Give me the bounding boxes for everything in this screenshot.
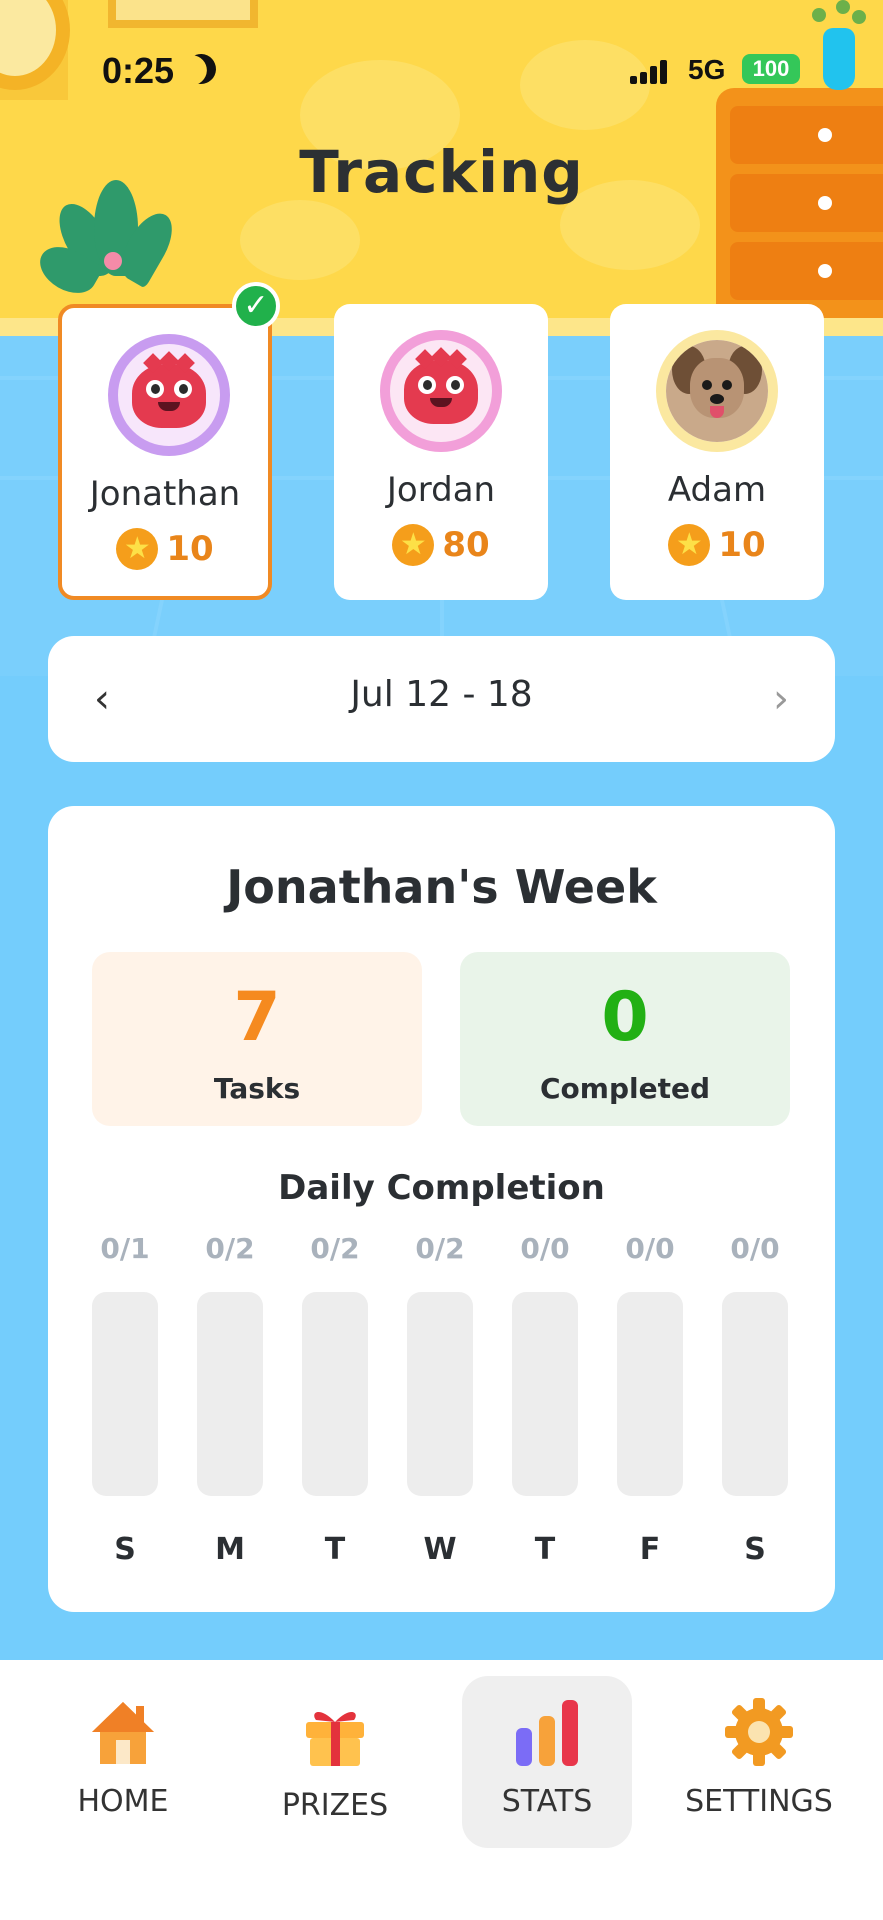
gift-icon bbox=[306, 1711, 364, 1766]
moon-icon bbox=[182, 50, 220, 88]
day-column: 0/2 M bbox=[197, 1232, 263, 1572]
tasks-stat: 7 Tasks bbox=[92, 952, 422, 1126]
tasks-label: Tasks bbox=[213, 1072, 301, 1105]
tab-label: PRIZES bbox=[281, 1788, 389, 1823]
week-navigator: ‹ Jul 12 - 18 › bbox=[48, 636, 835, 762]
bottom-tab-bar: HOME PRIZES STATS SETTINGS bbox=[0, 1660, 883, 1920]
day-ratio: 0/0 bbox=[730, 1232, 780, 1265]
kid-card-adam[interactable]: Adam 10 bbox=[610, 304, 824, 600]
kid-name: Jonathan bbox=[89, 474, 241, 514]
day-progress-bar bbox=[512, 1292, 578, 1496]
bar-chart-icon bbox=[516, 1700, 578, 1766]
day-progress-bar bbox=[302, 1292, 368, 1496]
day-progress-bar bbox=[407, 1292, 473, 1496]
tab-home[interactable]: HOME bbox=[38, 1676, 208, 1848]
tab-settings[interactable]: SETTINGS bbox=[674, 1676, 844, 1848]
tasks-count: 7 bbox=[233, 978, 281, 1057]
network-type: 5G bbox=[688, 54, 726, 85]
chevron-right-icon[interactable]: › bbox=[751, 666, 811, 732]
day-ratio: 0/2 bbox=[415, 1232, 465, 1265]
day-letter: W bbox=[423, 1532, 457, 1567]
tab-stats[interactable]: STATS bbox=[462, 1676, 632, 1848]
day-column: 0/1 S bbox=[92, 1232, 158, 1572]
status-time: 0:25 bbox=[102, 50, 175, 91]
day-progress-bar bbox=[722, 1292, 788, 1496]
gear-icon bbox=[725, 1698, 793, 1766]
signal-icon bbox=[630, 58, 674, 84]
kid-points: 10 bbox=[610, 524, 824, 566]
wall-picture-frame bbox=[108, 0, 258, 28]
week-title: Jonathan's Week bbox=[226, 860, 657, 914]
week-summary-card: Jonathan's Week 7 Tasks 0 Completed Dail… bbox=[48, 806, 835, 1612]
day-letter: F bbox=[639, 1532, 661, 1567]
kid-name: Jordan bbox=[386, 470, 496, 510]
monster-avatar bbox=[380, 330, 502, 452]
star-coin-icon bbox=[116, 528, 159, 570]
page-title: Tracking bbox=[299, 138, 584, 206]
kid-name: Adam bbox=[667, 470, 767, 510]
day-column: 0/0 S bbox=[722, 1232, 788, 1572]
tab-prizes[interactable]: PRIZES bbox=[250, 1676, 420, 1848]
kid-card-jonathan[interactable]: Jonathan 10 bbox=[58, 304, 272, 600]
kid-points: 80 bbox=[334, 524, 548, 566]
day-progress-bar bbox=[617, 1292, 683, 1496]
monster-avatar bbox=[108, 334, 230, 456]
day-column: 0/0 T bbox=[512, 1232, 578, 1572]
kid-card-jordan[interactable]: Jordan 80 bbox=[334, 304, 548, 600]
day-ratio: 0/2 bbox=[205, 1232, 255, 1265]
selected-check-icon: ✓ bbox=[232, 282, 280, 330]
tab-label: SETTINGS bbox=[685, 1784, 833, 1819]
day-letter: T bbox=[534, 1532, 556, 1567]
day-column: 0/2 W bbox=[407, 1232, 473, 1572]
week-range-label: Jul 12 - 18 bbox=[350, 674, 533, 715]
daily-completion-title: Daily Completion bbox=[278, 1168, 605, 1208]
day-letter: M bbox=[215, 1532, 245, 1567]
completed-stat: 0 Completed bbox=[460, 952, 790, 1126]
day-letter: S bbox=[744, 1532, 766, 1567]
completed-count: 0 bbox=[601, 978, 649, 1057]
tab-label: HOME bbox=[77, 1784, 169, 1819]
day-column: 0/0 F bbox=[617, 1232, 683, 1572]
day-letter: T bbox=[324, 1532, 346, 1567]
day-progress-bar bbox=[92, 1292, 158, 1496]
house-icon bbox=[92, 1702, 154, 1764]
battery-icon: 100 bbox=[742, 54, 800, 84]
star-coin-icon bbox=[392, 524, 435, 566]
day-ratio: 0/0 bbox=[625, 1232, 675, 1265]
status-bar: 0:25 5G 100 bbox=[0, 40, 883, 104]
dog-avatar bbox=[656, 330, 778, 452]
kid-points: 10 bbox=[62, 528, 268, 570]
day-ratio: 0/2 bbox=[310, 1232, 360, 1265]
star-coin-icon bbox=[668, 524, 711, 566]
day-progress-bar bbox=[197, 1292, 263, 1496]
day-column: 0/2 T bbox=[302, 1232, 368, 1572]
day-letter: S bbox=[114, 1532, 136, 1567]
day-ratio: 0/0 bbox=[520, 1232, 570, 1265]
day-ratio: 0/1 bbox=[100, 1232, 150, 1265]
tab-label: STATS bbox=[501, 1784, 593, 1819]
completed-label: Completed bbox=[539, 1072, 710, 1105]
